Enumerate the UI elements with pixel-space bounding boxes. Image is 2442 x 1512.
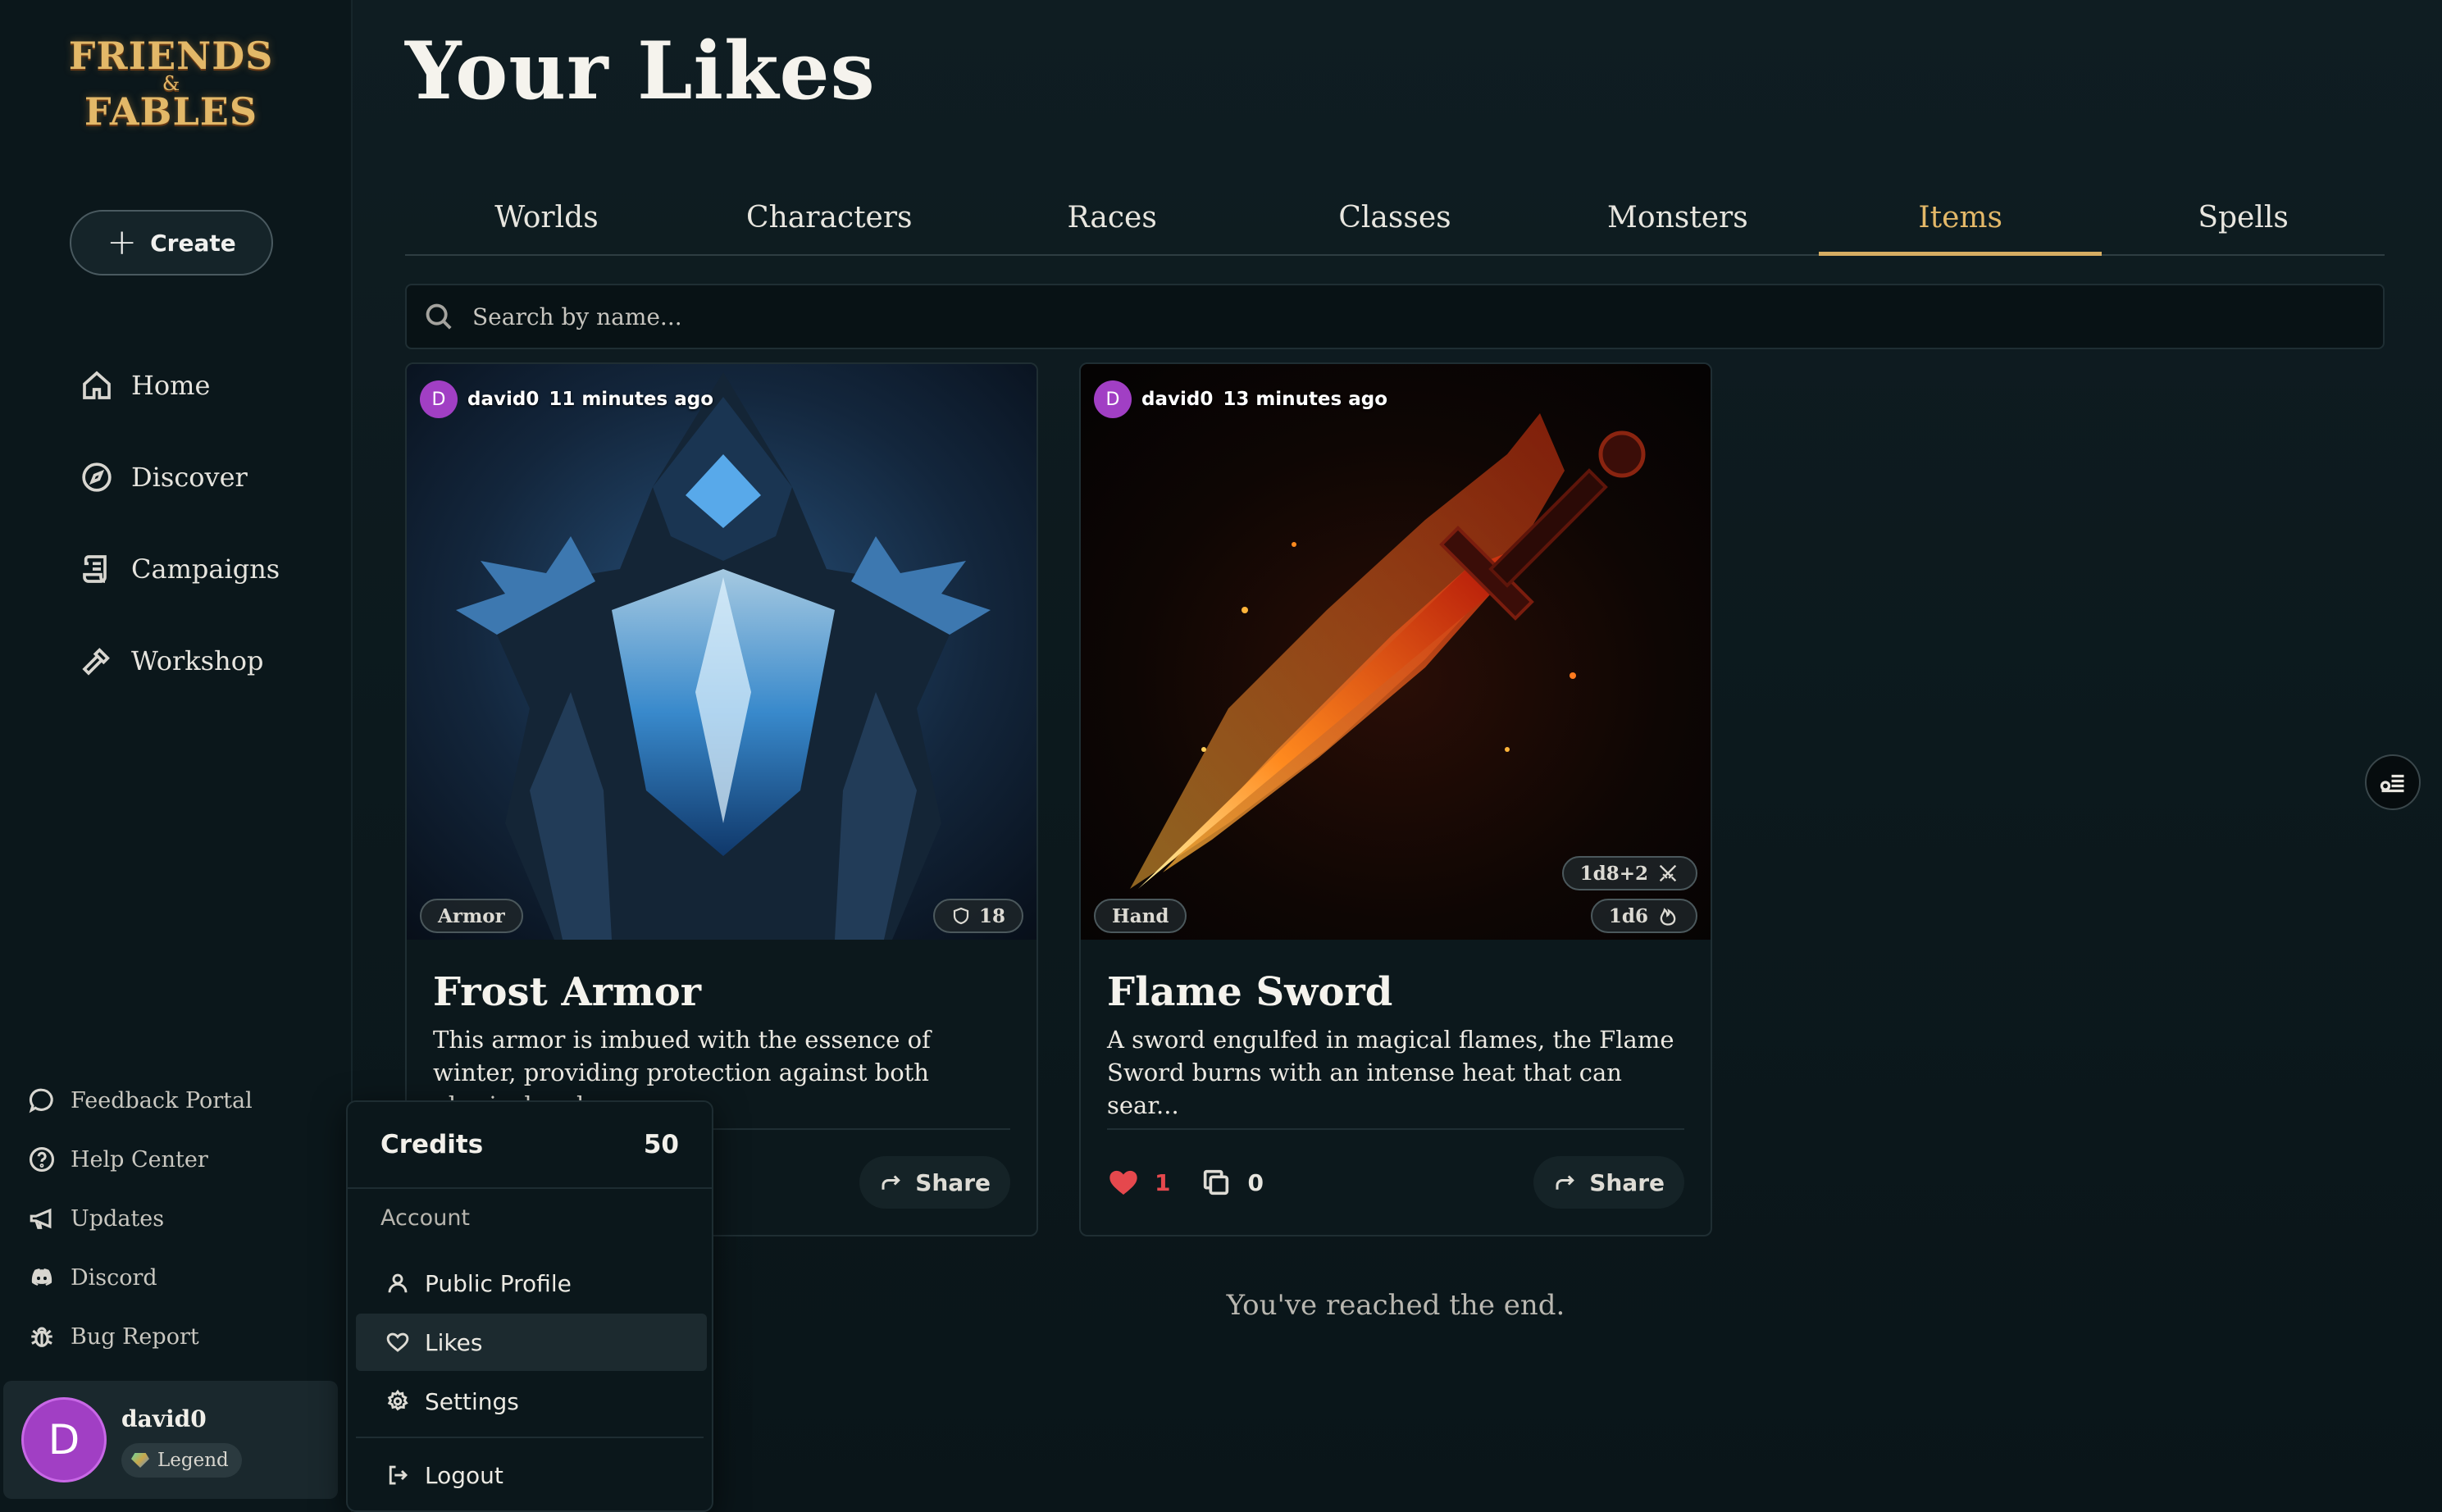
card-title: Flame Sword: [1107, 969, 1393, 1015]
user-account-card[interactable]: D david0 Legend: [3, 1381, 338, 1499]
chat-bubble-icon: [29, 1088, 53, 1114]
bug-report-link[interactable]: Bug Report: [28, 1317, 199, 1356]
flame-sword-image: [1081, 364, 1711, 940]
plus-icon: +: [107, 221, 138, 263]
card-author[interactable]: D david0 13 minutes ago: [1094, 380, 1387, 418]
menu-item-public-profile[interactable]: Public Profile: [356, 1255, 707, 1312]
gem-icon: [131, 1453, 149, 1468]
question-circle-icon: [29, 1146, 55, 1173]
credits-value: 50: [643, 1130, 679, 1159]
avatar: D: [420, 380, 458, 418]
share-arrow-icon: [1556, 1175, 1575, 1190]
card-stats: 1 0: [1107, 1156, 1264, 1209]
item-card-flame-sword[interactable]: D david0 13 minutes ago Hand 1d8+2 1d6 F…: [1079, 362, 1712, 1236]
copy-icon[interactable]: [1200, 1166, 1232, 1199]
card-title: Frost Armor: [433, 969, 702, 1015]
account-section-label: Account: [380, 1205, 471, 1231]
share-button[interactable]: Share: [859, 1156, 1010, 1209]
search-input[interactable]: [472, 303, 2276, 330]
share-arrow-icon: [882, 1175, 901, 1190]
tab-monsters[interactable]: Monsters: [1536, 180, 1819, 254]
divider: [356, 1437, 704, 1438]
menu-item-likes[interactable]: Likes: [356, 1314, 707, 1371]
discord-icon: [31, 1268, 52, 1286]
copy-count: 0: [1247, 1168, 1264, 1196]
nav-item-workshop[interactable]: Workshop: [80, 636, 263, 685]
hammer-icon: [82, 648, 110, 676]
avatar: D: [21, 1397, 107, 1482]
flame-icon: [1660, 908, 1676, 926]
category-chip: Hand: [1094, 899, 1187, 933]
home-icon: [83, 371, 111, 399]
tab-items[interactable]: Items: [1819, 180, 2103, 256]
tier-badge: Legend: [121, 1443, 242, 1478]
crossed-swords-icon: [1659, 864, 1677, 882]
like-count: 1: [1155, 1168, 1171, 1196]
shield-icon: [953, 907, 969, 925]
tab-races[interactable]: Races: [971, 180, 1254, 254]
page-title: Your Likes: [405, 25, 876, 117]
filter-list-icon: [2380, 774, 2404, 793]
nav-item-home[interactable]: Home: [80, 361, 210, 410]
sidebar: FRIENDS & FABLES + Create Home Discover …: [0, 0, 353, 1512]
logout-icon: [389, 1465, 408, 1485]
discord-link[interactable]: Discord: [28, 1258, 157, 1297]
heart-outline-icon: [386, 1332, 409, 1352]
help-center-link[interactable]: Help Center: [28, 1140, 208, 1179]
feedback-portal-link[interactable]: Feedback Portal: [28, 1081, 253, 1120]
search-icon: [426, 303, 452, 330]
credits-row: Credits 50: [348, 1102, 712, 1189]
tab-characters[interactable]: Characters: [688, 180, 971, 254]
armor-class-chip: 18: [932, 899, 1023, 933]
user-icon: [388, 1273, 408, 1293]
frost-armor-image: [407, 364, 1036, 940]
category-tabs: Worlds Characters Races Classes Monsters…: [405, 180, 2385, 256]
heart-filled-icon[interactable]: [1107, 1166, 1140, 1199]
gear-icon: [387, 1389, 408, 1411]
avatar: D: [1094, 380, 1132, 418]
create-button[interactable]: + Create: [70, 210, 273, 276]
megaphone-icon: [30, 1208, 52, 1229]
card-author[interactable]: D david0 11 minutes ago: [420, 380, 713, 418]
search-bar: [405, 284, 2385, 349]
category-chip: Armor: [420, 899, 523, 933]
tab-spells[interactable]: Spells: [2102, 180, 2385, 254]
menu-item-settings[interactable]: Settings: [356, 1373, 707, 1430]
user-name: david0: [121, 1405, 207, 1432]
updates-link[interactable]: Updates: [28, 1199, 164, 1238]
damage-chip-slashing: 1d8+2: [1561, 856, 1697, 890]
nav-item-campaigns[interactable]: Campaigns: [80, 544, 280, 594]
card-description: A sword engulfed in magical flames, the …: [1107, 1026, 1674, 1119]
nav-item-discover[interactable]: Discover: [80, 453, 248, 502]
end-of-list-message: You've reached the end.: [1226, 1289, 1565, 1322]
menu-item-logout[interactable]: Logout: [356, 1446, 707, 1504]
friends-and-fables-logo[interactable]: FRIENDS & FABLES: [69, 18, 273, 149]
scroll-icon: [83, 555, 107, 583]
damage-chip-fire: 1d6: [1590, 899, 1697, 933]
share-button[interactable]: Share: [1533, 1156, 1684, 1209]
filter-toggle-button[interactable]: [2365, 754, 2421, 810]
tab-worlds[interactable]: Worlds: [405, 180, 688, 254]
divider: [1107, 1128, 1684, 1130]
tab-classes[interactable]: Classes: [1254, 180, 1537, 254]
bug-icon: [31, 1327, 52, 1347]
account-menu: Credits 50 Account Public Profile Likes …: [346, 1100, 713, 1512]
compass-icon: [82, 462, 112, 492]
